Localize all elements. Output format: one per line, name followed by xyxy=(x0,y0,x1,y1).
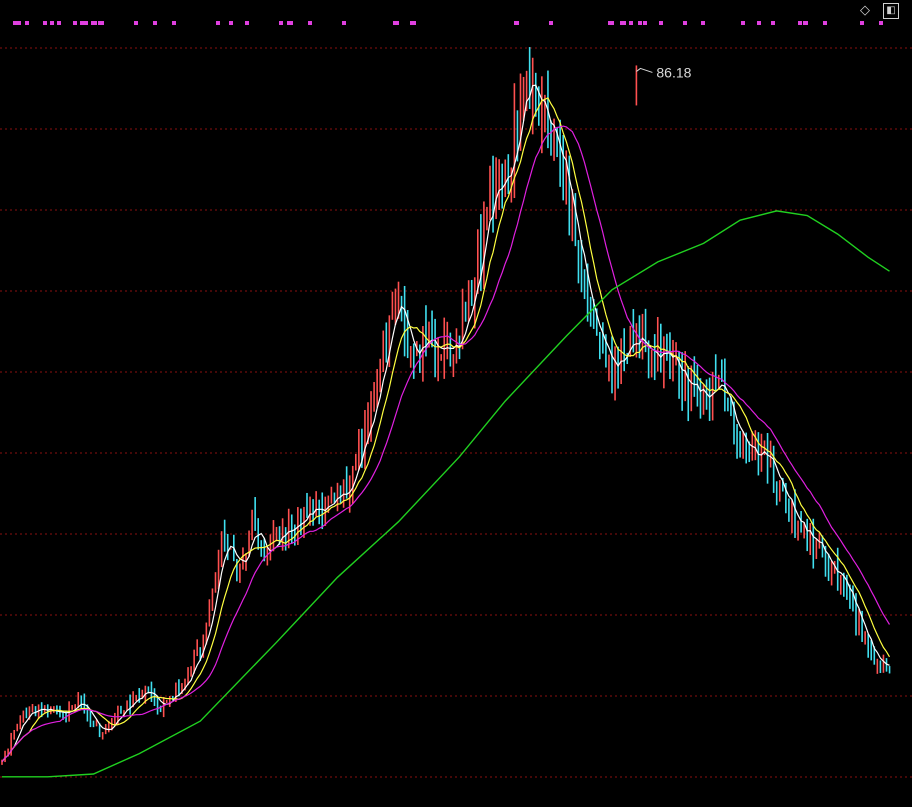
signal-dot xyxy=(279,21,283,25)
signal-dot xyxy=(879,21,883,25)
signal-dot xyxy=(98,21,102,25)
signal-dot xyxy=(798,21,802,25)
signal-dot xyxy=(84,21,88,25)
signal-dot xyxy=(80,21,84,25)
signal-dot xyxy=(134,21,138,25)
signal-dot xyxy=(638,21,642,25)
signal-dot xyxy=(701,21,705,25)
signal-dot xyxy=(172,21,176,25)
signal-dot xyxy=(50,21,54,25)
signal-dot xyxy=(153,21,157,25)
signal-dot xyxy=(17,21,21,25)
signal-dot xyxy=(823,21,827,25)
signal-dot xyxy=(741,21,745,25)
signal-dot xyxy=(757,21,761,25)
signal-dot xyxy=(289,21,293,25)
signal-dot xyxy=(804,21,808,25)
signal-dot xyxy=(73,21,77,25)
signal-dot xyxy=(629,21,633,25)
signal-dot xyxy=(659,21,663,25)
panel-toggle-icon[interactable]: ◧ xyxy=(883,3,899,19)
signal-dot xyxy=(229,21,233,25)
signal-dot xyxy=(57,21,61,25)
signal-dot xyxy=(93,21,97,25)
signal-dot xyxy=(216,21,220,25)
signal-dot xyxy=(622,21,626,25)
signal-dot xyxy=(549,21,553,25)
kline-chart: 86.18 xyxy=(0,0,912,807)
signal-dot xyxy=(771,21,775,25)
signal-dot xyxy=(308,21,312,25)
diamond-icon[interactable]: ◇ xyxy=(857,3,873,19)
signal-dot xyxy=(860,21,864,25)
signal-dot xyxy=(683,21,687,25)
signal-dot xyxy=(643,21,647,25)
signal-dot xyxy=(514,21,518,25)
chart-background xyxy=(0,0,912,807)
peak-value-label: 86.18 xyxy=(656,64,691,80)
signal-dot xyxy=(412,21,416,25)
signal-dot xyxy=(25,21,29,25)
signal-dot xyxy=(245,21,249,25)
signal-dot xyxy=(395,21,399,25)
signal-dot xyxy=(342,21,346,25)
signal-dot xyxy=(610,21,614,25)
signal-dot xyxy=(13,21,17,25)
signal-dot xyxy=(43,21,47,25)
